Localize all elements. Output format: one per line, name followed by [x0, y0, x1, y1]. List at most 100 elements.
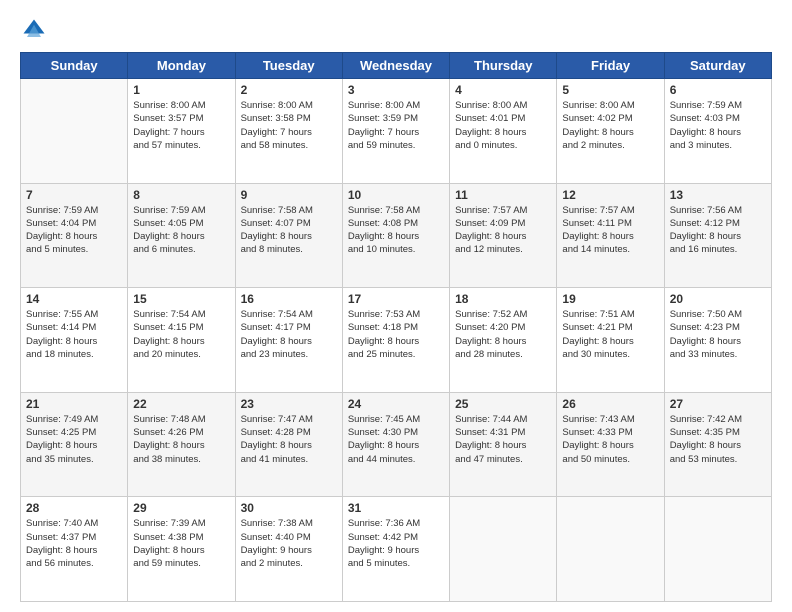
- calendar-day-cell: [21, 79, 128, 184]
- day-number: 11: [455, 188, 551, 202]
- day-number: 5: [562, 83, 658, 97]
- calendar-day-cell: 10 Sunrise: 7:58 AMSunset: 4:08 PMDayligh…: [342, 183, 449, 288]
- calendar-day-cell: 14 Sunrise: 7:55 AMSunset: 4:14 PMDayligh…: [21, 288, 128, 393]
- day-number: 12: [562, 188, 658, 202]
- calendar-day-cell: [450, 497, 557, 602]
- calendar-day-cell: 21 Sunrise: 7:49 AMSunset: 4:25 PMDayligh…: [21, 392, 128, 497]
- calendar-week-row: 7 Sunrise: 7:59 AMSunset: 4:04 PMDaylight…: [21, 183, 772, 288]
- day-info: Sunrise: 8:00 AMSunset: 4:02 PMDaylight:…: [562, 99, 658, 152]
- day-info: Sunrise: 7:40 AMSunset: 4:37 PMDaylight:…: [26, 517, 122, 570]
- day-info: Sunrise: 7:59 AMSunset: 4:04 PMDaylight:…: [26, 204, 122, 257]
- logo-icon: [20, 16, 48, 44]
- day-info: Sunrise: 7:38 AMSunset: 4:40 PMDaylight:…: [241, 517, 337, 570]
- day-number: 3: [348, 83, 444, 97]
- day-number: 10: [348, 188, 444, 202]
- day-number: 30: [241, 501, 337, 515]
- day-info: Sunrise: 7:49 AMSunset: 4:25 PMDaylight:…: [26, 413, 122, 466]
- calendar-day-cell: 25Sunrise: 7:44 AMSunset: 4:31 PMDayligh…: [450, 392, 557, 497]
- calendar-day-cell: 11 Sunrise: 7:57 AMSunset: 4:09 PMDayligh…: [450, 183, 557, 288]
- day-number: 22: [133, 397, 229, 411]
- calendar-day-cell: [664, 497, 771, 602]
- weekday-header: Thursday: [450, 53, 557, 79]
- day-number: 28: [26, 501, 122, 515]
- calendar-day-cell: 15 Sunrise: 7:54 AMSunset: 4:15 PMDayligh…: [128, 288, 235, 393]
- day-info: Sunrise: 7:39 AMSunset: 4:38 PMDaylight:…: [133, 517, 229, 570]
- calendar-day-cell: 4 Sunrise: 8:00 AMSunset: 4:01 PMDaylight…: [450, 79, 557, 184]
- calendar-week-row: 21 Sunrise: 7:49 AMSunset: 4:25 PMDayligh…: [21, 392, 772, 497]
- calendar-week-row: 28 Sunrise: 7:40 AMSunset: 4:37 PMDayligh…: [21, 497, 772, 602]
- day-info: Sunrise: 7:50 AMSunset: 4:23 PMDaylight:…: [670, 308, 766, 361]
- calendar-week-row: 1Sunrise: 8:00 AMSunset: 3:57 PMDaylight…: [21, 79, 772, 184]
- day-number: 25: [455, 397, 551, 411]
- day-info: Sunrise: 8:00 AMSunset: 3:57 PMDaylight:…: [133, 99, 229, 152]
- weekday-header: Wednesday: [342, 53, 449, 79]
- day-number: 19: [562, 292, 658, 306]
- day-number: 6: [670, 83, 766, 97]
- calendar-day-cell: 17Sunrise: 7:53 AMSunset: 4:18 PMDayligh…: [342, 288, 449, 393]
- weekday-header: Tuesday: [235, 53, 342, 79]
- calendar-day-cell: 2Sunrise: 8:00 AMSunset: 3:58 PMDaylight…: [235, 79, 342, 184]
- day-number: 24: [348, 397, 444, 411]
- day-number: 26: [562, 397, 658, 411]
- page: SundayMondayTuesdayWednesdayThursdayFrid…: [0, 0, 792, 612]
- calendar-day-cell: 7 Sunrise: 7:59 AMSunset: 4:04 PMDaylight…: [21, 183, 128, 288]
- day-number: 9: [241, 188, 337, 202]
- day-info: Sunrise: 7:51 AMSunset: 4:21 PMDaylight:…: [562, 308, 658, 361]
- calendar-day-cell: 29 Sunrise: 7:39 AMSunset: 4:38 PMDayligh…: [128, 497, 235, 602]
- day-number: 4: [455, 83, 551, 97]
- day-number: 31: [348, 501, 444, 515]
- day-number: 7: [26, 188, 122, 202]
- day-info: Sunrise: 7:59 AMSunset: 4:03 PMDaylight:…: [670, 99, 766, 152]
- calendar-day-cell: 20 Sunrise: 7:50 AMSunset: 4:23 PMDayligh…: [664, 288, 771, 393]
- calendar-day-cell: 9Sunrise: 7:58 AMSunset: 4:07 PMDaylight…: [235, 183, 342, 288]
- logo: [20, 16, 52, 44]
- day-number: 15: [133, 292, 229, 306]
- calendar-day-cell: 1Sunrise: 8:00 AMSunset: 3:57 PMDaylight…: [128, 79, 235, 184]
- calendar-day-cell: 22Sunrise: 7:48 AMSunset: 4:26 PMDayligh…: [128, 392, 235, 497]
- day-info: Sunrise: 7:47 AMSunset: 4:28 PMDaylight:…: [241, 413, 337, 466]
- day-number: 20: [670, 292, 766, 306]
- day-info: Sunrise: 7:54 AMSunset: 4:15 PMDaylight:…: [133, 308, 229, 361]
- calendar-day-cell: [557, 497, 664, 602]
- weekday-header: Saturday: [664, 53, 771, 79]
- calendar-day-cell: 6 Sunrise: 7:59 AMSunset: 4:03 PMDaylight…: [664, 79, 771, 184]
- day-info: Sunrise: 7:53 AMSunset: 4:18 PMDaylight:…: [348, 308, 444, 361]
- calendar-day-cell: 24Sunrise: 7:45 AMSunset: 4:30 PMDayligh…: [342, 392, 449, 497]
- day-info: Sunrise: 8:00 AMSunset: 4:01 PMDaylight:…: [455, 99, 551, 152]
- day-info: Sunrise: 7:59 AMSunset: 4:05 PMDaylight:…: [133, 204, 229, 257]
- day-info: Sunrise: 7:52 AMSunset: 4:20 PMDaylight:…: [455, 308, 551, 361]
- day-info: Sunrise: 7:56 AMSunset: 4:12 PMDaylight:…: [670, 204, 766, 257]
- day-number: 29: [133, 501, 229, 515]
- day-info: Sunrise: 7:36 AMSunset: 4:42 PMDaylight:…: [348, 517, 444, 570]
- calendar-day-cell: 23 Sunrise: 7:47 AMSunset: 4:28 PMDayligh…: [235, 392, 342, 497]
- day-number: 14: [26, 292, 122, 306]
- calendar-day-cell: 16 Sunrise: 7:54 AMSunset: 4:17 PMDayligh…: [235, 288, 342, 393]
- day-number: 16: [241, 292, 337, 306]
- day-info: Sunrise: 7:43 AMSunset: 4:33 PMDaylight:…: [562, 413, 658, 466]
- day-info: Sunrise: 7:55 AMSunset: 4:14 PMDaylight:…: [26, 308, 122, 361]
- day-info: Sunrise: 7:42 AMSunset: 4:35 PMDaylight:…: [670, 413, 766, 466]
- calendar-day-cell: 12 Sunrise: 7:57 AMSunset: 4:11 PMDayligh…: [557, 183, 664, 288]
- calendar-table: SundayMondayTuesdayWednesdayThursdayFrid…: [20, 52, 772, 602]
- day-number: 21: [26, 397, 122, 411]
- day-number: 23: [241, 397, 337, 411]
- day-info: Sunrise: 7:58 AMSunset: 4:08 PMDaylight:…: [348, 204, 444, 257]
- day-number: 18: [455, 292, 551, 306]
- calendar-week-row: 14 Sunrise: 7:55 AMSunset: 4:14 PMDayligh…: [21, 288, 772, 393]
- calendar-day-cell: 13 Sunrise: 7:56 AMSunset: 4:12 PMDayligh…: [664, 183, 771, 288]
- calendar-day-cell: 26 Sunrise: 7:43 AMSunset: 4:33 PMDayligh…: [557, 392, 664, 497]
- calendar-day-cell: 30 Sunrise: 7:38 AMSunset: 4:40 PMDayligh…: [235, 497, 342, 602]
- calendar-day-cell: 28 Sunrise: 7:40 AMSunset: 4:37 PMDayligh…: [21, 497, 128, 602]
- day-info: Sunrise: 7:54 AMSunset: 4:17 PMDaylight:…: [241, 308, 337, 361]
- calendar-day-cell: 31 Sunrise: 7:36 AMSunset: 4:42 PMDayligh…: [342, 497, 449, 602]
- calendar-day-cell: 19 Sunrise: 7:51 AMSunset: 4:21 PMDayligh…: [557, 288, 664, 393]
- header: [20, 16, 772, 44]
- day-info: Sunrise: 7:57 AMSunset: 4:11 PMDaylight:…: [562, 204, 658, 257]
- weekday-header: Sunday: [21, 53, 128, 79]
- day-info: Sunrise: 7:57 AMSunset: 4:09 PMDaylight:…: [455, 204, 551, 257]
- calendar-day-cell: 8Sunrise: 7:59 AMSunset: 4:05 PMDaylight…: [128, 183, 235, 288]
- calendar-day-cell: 18 Sunrise: 7:52 AMSunset: 4:20 PMDayligh…: [450, 288, 557, 393]
- calendar-day-cell: 5 Sunrise: 8:00 AMSunset: 4:02 PMDaylight…: [557, 79, 664, 184]
- day-number: 13: [670, 188, 766, 202]
- day-info: Sunrise: 8:00 AMSunset: 3:59 PMDaylight:…: [348, 99, 444, 152]
